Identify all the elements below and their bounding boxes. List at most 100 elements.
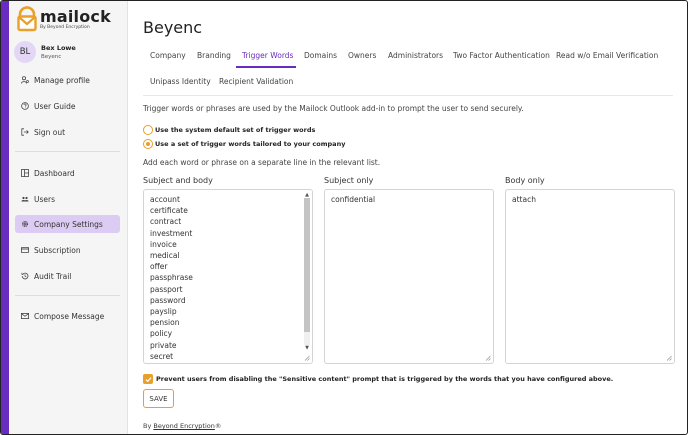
page-title: Beyenc xyxy=(143,18,203,37)
footer-registered-mark: ® xyxy=(214,422,222,430)
sidebar-divider xyxy=(15,295,120,296)
tab-administrators[interactable]: Administrators xyxy=(388,51,443,60)
app-window: mailock By Beyond Encryption BL Bex Lowe… xyxy=(0,0,688,435)
sidebar-item-label: Company Settings xyxy=(34,219,103,229)
person-gear-icon xyxy=(21,76,29,84)
tab-trigger-words[interactable]: Trigger Words xyxy=(242,51,293,60)
radio-custom-option[interactable]: Use a set of trigger words tailored to y… xyxy=(143,139,345,149)
resize-handle-icon[interactable] xyxy=(304,355,310,361)
card-icon xyxy=(21,246,29,254)
subject-and-body-words: account certificate contract investment invo… xyxy=(144,190,312,363)
list-item: password xyxy=(150,295,186,305)
tab-two-factor-authentication[interactable]: Two Factor Authentication xyxy=(453,51,550,60)
list-item: medical xyxy=(150,251,180,261)
active-tab-indicator xyxy=(236,66,296,68)
list-item: secret xyxy=(150,351,174,361)
gear-icon xyxy=(21,220,29,228)
checkmark-icon xyxy=(145,376,151,382)
user-name: Bex Lowe xyxy=(41,44,76,52)
prevent-disable-label: Prevent users from disabling the "Sensit… xyxy=(156,375,614,383)
sidebar-item-subscription[interactable]: Subscription xyxy=(15,241,120,259)
history-icon xyxy=(21,272,29,280)
list-item: pension xyxy=(150,318,180,328)
envelope-icon xyxy=(21,312,29,320)
radio-custom[interactable] xyxy=(143,139,153,149)
save-button[interactable]: SAVE xyxy=(143,389,174,408)
scroll-down-arrow-icon[interactable]: ▼ xyxy=(304,345,310,351)
body-only-label: Body only xyxy=(505,176,545,185)
list-item: private xyxy=(150,340,177,350)
subject-only-words: confidential xyxy=(325,190,493,209)
list-item: payslip xyxy=(150,307,177,317)
tab-company[interactable]: Company xyxy=(150,51,186,60)
radio-custom-label: Use a set of trigger words tailored to y… xyxy=(155,140,346,148)
body-only-textarea[interactable]: attach xyxy=(505,189,675,364)
sidebar-item-label: Sign out xyxy=(34,127,66,137)
tab-recipient-validation[interactable]: Recipient Validation xyxy=(219,77,293,86)
beyond-encryption-link[interactable]: Beyond Encryption xyxy=(153,422,215,430)
sidebar-item-user-guide[interactable]: User Guide xyxy=(15,97,120,115)
tab-branding[interactable]: Branding xyxy=(197,51,231,60)
footer-by: By xyxy=(143,422,154,430)
subject-only-textarea[interactable]: confidential xyxy=(324,189,494,364)
sign-out-icon xyxy=(21,128,29,136)
subject-only-label: Subject only xyxy=(324,176,374,185)
tab-read-without-email-verification[interactable]: Read w/o Email Verification xyxy=(556,51,658,60)
scrollbar-thumb[interactable] xyxy=(304,198,310,332)
list-item: invoice xyxy=(150,239,177,249)
question-icon xyxy=(21,102,29,110)
resize-handle-icon[interactable] xyxy=(485,355,491,361)
list-item: offer xyxy=(150,262,168,272)
sidebar-item-company-settings[interactable]: Company Settings xyxy=(15,215,120,233)
radio-default-option[interactable]: Use the system default set of trigger wo… xyxy=(143,125,315,135)
list-item: passphrase xyxy=(150,273,193,283)
intro-text: Trigger words or phrases are used by the… xyxy=(143,104,524,113)
list-item: contract xyxy=(150,217,182,227)
resize-handle-icon[interactable] xyxy=(666,355,672,361)
list-item: policy xyxy=(150,329,173,339)
subject-and-body-label: Subject and body xyxy=(143,176,213,185)
sidebar-item-label: Dashboard xyxy=(34,168,75,178)
scrollbar[interactable]: ▲ ▼ xyxy=(304,192,310,351)
body-only-words: attach xyxy=(506,190,674,209)
hint-text: Add each word or phrase on a separate li… xyxy=(143,158,381,167)
sidebar-item-label: Subscription xyxy=(34,245,81,255)
sidebar-item-manage-profile[interactable]: Manage profile xyxy=(15,71,120,89)
sidebar-item-label: Manage profile xyxy=(34,75,90,85)
sidebar-item-dashboard[interactable]: Dashboard xyxy=(15,164,120,182)
logo-name: mailock xyxy=(40,7,111,26)
sidebar-divider xyxy=(15,151,120,152)
mailock-logo-icon xyxy=(17,6,37,32)
prevent-disable-checkbox[interactable] xyxy=(143,374,153,384)
sidebar-item-label: Audit Trail xyxy=(34,271,72,281)
prevent-disable-option[interactable]: Prevent users from disabling the "Sensit… xyxy=(143,374,613,384)
tabs-divider xyxy=(143,95,673,96)
list-item: attach xyxy=(512,195,536,204)
list-item: certificate xyxy=(150,206,188,216)
tab-unipass-identity[interactable]: Unipass Identity xyxy=(150,77,211,86)
user-org: Beyenc xyxy=(41,54,62,60)
users-icon xyxy=(21,195,29,203)
radio-default-label: Use the system default set of trigger wo… xyxy=(155,126,316,134)
list-item: confidential xyxy=(331,195,376,204)
avatar: BL xyxy=(14,41,36,63)
logo[interactable]: mailock By Beyond Encryption xyxy=(17,6,111,32)
sidebar-item-compose-message[interactable]: Compose Message xyxy=(15,307,120,325)
dashboard-icon xyxy=(21,169,29,177)
footer: By Beyond Encryption® xyxy=(143,422,221,430)
tab-owners[interactable]: Owners xyxy=(348,51,376,60)
tab-domains[interactable]: Domains xyxy=(304,51,337,60)
subject-and-body-textarea[interactable]: account certificate contract investment invo… xyxy=(143,189,313,364)
sidebar-item-audit-trail[interactable]: Audit Trail xyxy=(15,267,120,285)
sidebar-item-label: Compose Message xyxy=(34,311,105,321)
sidebar-item-label: Users xyxy=(34,194,56,204)
list-item: account xyxy=(150,195,180,204)
list-item: passport xyxy=(150,284,183,294)
brand-bar xyxy=(1,1,9,434)
radio-default[interactable] xyxy=(143,125,153,135)
list-item: investment xyxy=(150,228,193,238)
sidebar-item-users[interactable]: Users xyxy=(15,190,120,208)
sidebar: mailock By Beyond Encryption BL Bex Lowe… xyxy=(9,1,128,434)
user-card: BL Bex Lowe Beyenc xyxy=(14,41,76,63)
sidebar-item-sign-out[interactable]: Sign out xyxy=(15,123,120,141)
